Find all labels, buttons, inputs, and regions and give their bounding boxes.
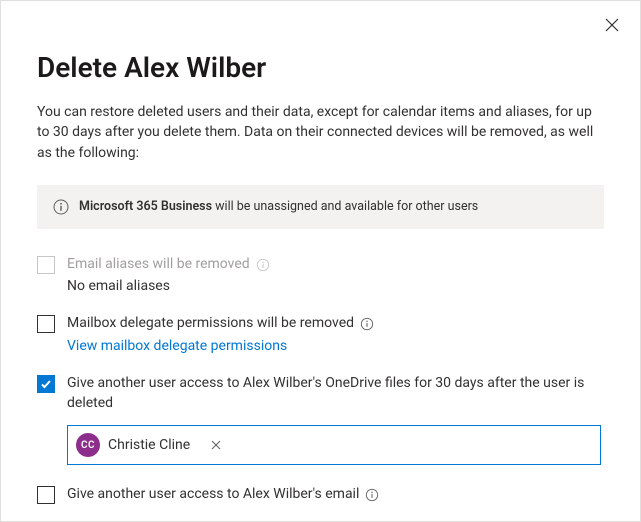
persona-name: Christie Cline — [108, 437, 190, 453]
info-icon[interactable] — [360, 317, 374, 331]
intro-text: You can restore deleted users and their … — [37, 102, 604, 163]
option-email-aliases: Email aliases will be removed No email a… — [37, 255, 604, 295]
option-subtext: No email aliases — [67, 278, 604, 294]
remove-person-button[interactable] — [208, 437, 224, 453]
avatar: CC — [76, 433, 100, 457]
close-icon — [211, 440, 221, 450]
option-label: Give another user access to Alex Wilber'… — [67, 374, 604, 413]
people-picker[interactable]: CC Christie Cline — [67, 425, 601, 465]
info-icon — [256, 258, 270, 272]
option-onedrive-access: Give another user access to Alex Wilber'… — [37, 374, 604, 465]
close-button[interactable] — [600, 13, 624, 37]
option-mailbox-delegate: Mailbox delegate permissions will be rem… — [37, 314, 604, 354]
checkbox-email-access[interactable] — [37, 486, 55, 504]
option-label: Mailbox delegate permissions will be rem… — [67, 314, 354, 334]
view-delegate-link[interactable]: View mailbox delegate permissions — [67, 338, 604, 354]
checkbox-onedrive-access[interactable] — [37, 375, 55, 393]
page-title: Delete Alex Wilber — [37, 51, 604, 84]
delete-user-panel: Delete Alex Wilber You can restore delet… — [0, 0, 641, 522]
info-icon — [53, 199, 69, 215]
license-info-bar: Microsoft 365 Business will be unassigne… — [37, 185, 604, 229]
info-icon[interactable] — [365, 488, 379, 502]
checkbox-mailbox-delegate[interactable] — [37, 315, 55, 333]
checkbox-email-aliases — [37, 256, 55, 274]
option-label: Give another user access to Alex Wilber'… — [67, 485, 359, 505]
close-icon — [605, 18, 619, 32]
license-info-text: Microsoft 365 Business will be unassigne… — [79, 199, 478, 214]
persona-chip: CC Christie Cline — [74, 431, 228, 459]
checkmark-icon — [40, 378, 52, 390]
option-email-access: Give another user access to Alex Wilber'… — [37, 485, 604, 505]
option-label: Email aliases will be removed — [67, 255, 250, 275]
